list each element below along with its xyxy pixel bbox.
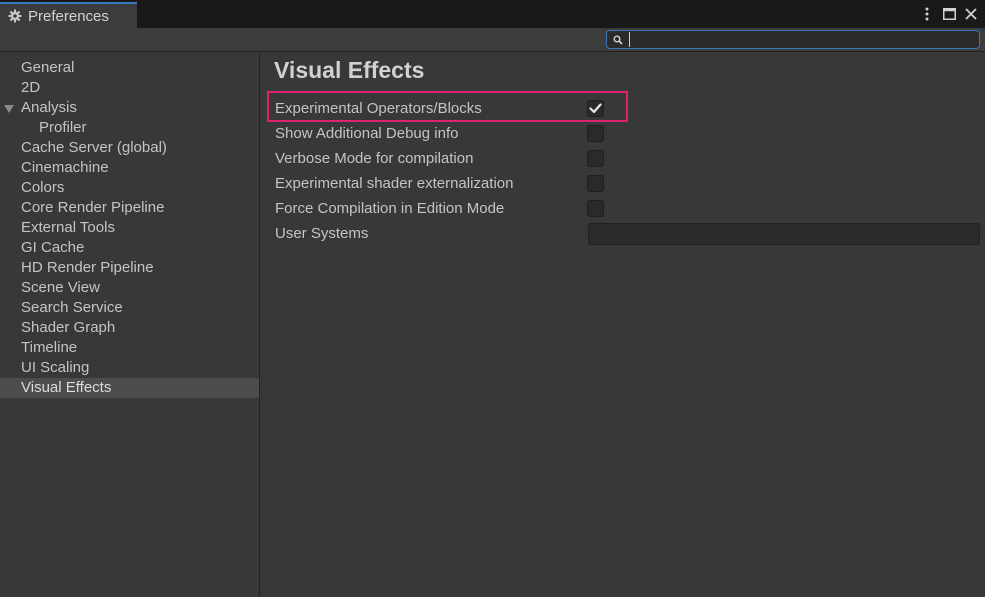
sidebar-item-visual-effects[interactable]: Visual Effects bbox=[0, 378, 259, 398]
sidebar-item-core-render-pipeline[interactable]: Core Render Pipeline bbox=[0, 198, 259, 218]
sidebar-item-2d[interactable]: 2D bbox=[0, 78, 259, 98]
setting-row-force-compilation: Force Compilation in Edition Mode bbox=[275, 198, 981, 220]
sidebar-item-analysis[interactable]: Analysis bbox=[0, 98, 259, 118]
sidebar-item-timeline[interactable]: Timeline bbox=[0, 338, 259, 358]
setting-row-experimental-operators: Experimental Operators/Blocks bbox=[267, 91, 981, 122]
tab-title: Preferences bbox=[28, 7, 109, 25]
sidebar-item-label: Search Service bbox=[21, 299, 123, 316]
checkmark-icon bbox=[589, 103, 602, 114]
sidebar-item-general[interactable]: General bbox=[0, 58, 259, 78]
sidebar-item-label: Cache Server (global) bbox=[21, 139, 167, 156]
setting-row-user-systems: User Systems bbox=[275, 223, 981, 245]
sidebar-item-colors[interactable]: Colors bbox=[0, 178, 259, 198]
window-tab-bar: Preferences bbox=[0, 0, 985, 28]
sidebar-item-label: Colors bbox=[21, 179, 65, 196]
shader-externalization-checkbox[interactable] bbox=[587, 175, 604, 192]
preferences-sidebar: General 2D Analysis Profiler Cache Serve… bbox=[0, 53, 260, 597]
setting-label: User Systems bbox=[275, 225, 369, 242]
sidebar-item-gi-cache[interactable]: GI Cache bbox=[0, 238, 259, 258]
sidebar-item-label: Scene View bbox=[21, 279, 100, 296]
sidebar-item-label: 2D bbox=[21, 79, 41, 96]
search-input[interactable] bbox=[629, 32, 979, 47]
sidebar-item-label: Cinemachine bbox=[21, 159, 109, 176]
setting-row-additional-debug-info: Show Additional Debug info bbox=[275, 123, 981, 145]
sidebar-item-ui-scaling[interactable]: UI Scaling bbox=[0, 358, 259, 378]
sidebar-item-label: External Tools bbox=[21, 219, 115, 236]
sidebar-item-scene-view[interactable]: Scene View bbox=[0, 278, 259, 298]
setting-label: Experimental Operators/Blocks bbox=[275, 100, 482, 117]
sidebar-item-label: Shader Graph bbox=[21, 319, 116, 336]
sidebar-item-label: Timeline bbox=[21, 339, 78, 356]
foldout-arrow-down-icon[interactable] bbox=[4, 104, 14, 114]
window-controls bbox=[919, 4, 979, 24]
search-icon bbox=[611, 33, 625, 47]
settings-panel: Visual Effects Experimental Operators/Bl… bbox=[261, 53, 985, 597]
experimental-operators-checkbox[interactable] bbox=[587, 100, 604, 117]
sidebar-item-label: GI Cache bbox=[21, 239, 85, 256]
sidebar-item-profiler[interactable]: Profiler bbox=[0, 118, 259, 138]
user-systems-field[interactable] bbox=[588, 223, 980, 245]
sidebar-item-label: Analysis bbox=[21, 99, 77, 116]
sidebar-item-label: Profiler bbox=[39, 119, 87, 136]
sidebar-item-label: Visual Effects bbox=[21, 379, 112, 396]
sidebar-item-search-service[interactable]: Search Service bbox=[0, 298, 259, 318]
sidebar-item-external-tools[interactable]: External Tools bbox=[0, 218, 259, 238]
page-title: Visual Effects bbox=[274, 57, 425, 83]
search-field[interactable] bbox=[606, 30, 980, 49]
setting-label: Verbose Mode for compilation bbox=[275, 150, 474, 167]
sidebar-item-hd-render-pipeline[interactable]: HD Render Pipeline bbox=[0, 258, 259, 278]
additional-debug-info-checkbox[interactable] bbox=[587, 125, 604, 142]
setting-label: Experimental shader externalization bbox=[275, 175, 514, 192]
sidebar-item-label: General bbox=[21, 59, 75, 76]
preferences-toolbar bbox=[0, 28, 985, 52]
gear-icon bbox=[8, 9, 22, 23]
sidebar-item-label: HD Render Pipeline bbox=[21, 259, 154, 276]
setting-row-shader-externalization: Experimental shader externalization bbox=[275, 173, 981, 195]
preferences-tab[interactable]: Preferences bbox=[0, 2, 137, 28]
sidebar-item-label: Core Render Pipeline bbox=[21, 199, 165, 216]
maximize-icon[interactable] bbox=[941, 5, 957, 23]
setting-label: Show Additional Debug info bbox=[275, 125, 459, 142]
sidebar-item-cache-server[interactable]: Cache Server (global) bbox=[0, 138, 259, 158]
sidebar-item-cinemachine[interactable]: Cinemachine bbox=[0, 158, 259, 178]
more-options-icon[interactable] bbox=[919, 5, 935, 23]
force-compilation-checkbox[interactable] bbox=[587, 200, 604, 217]
sidebar-item-shader-graph[interactable]: Shader Graph bbox=[0, 318, 259, 338]
setting-label: Force Compilation in Edition Mode bbox=[275, 200, 505, 217]
setting-row-verbose-mode: Verbose Mode for compilation bbox=[275, 148, 981, 170]
verbose-mode-checkbox[interactable] bbox=[587, 150, 604, 167]
close-icon[interactable] bbox=[963, 5, 979, 23]
sidebar-item-label: UI Scaling bbox=[21, 359, 90, 376]
